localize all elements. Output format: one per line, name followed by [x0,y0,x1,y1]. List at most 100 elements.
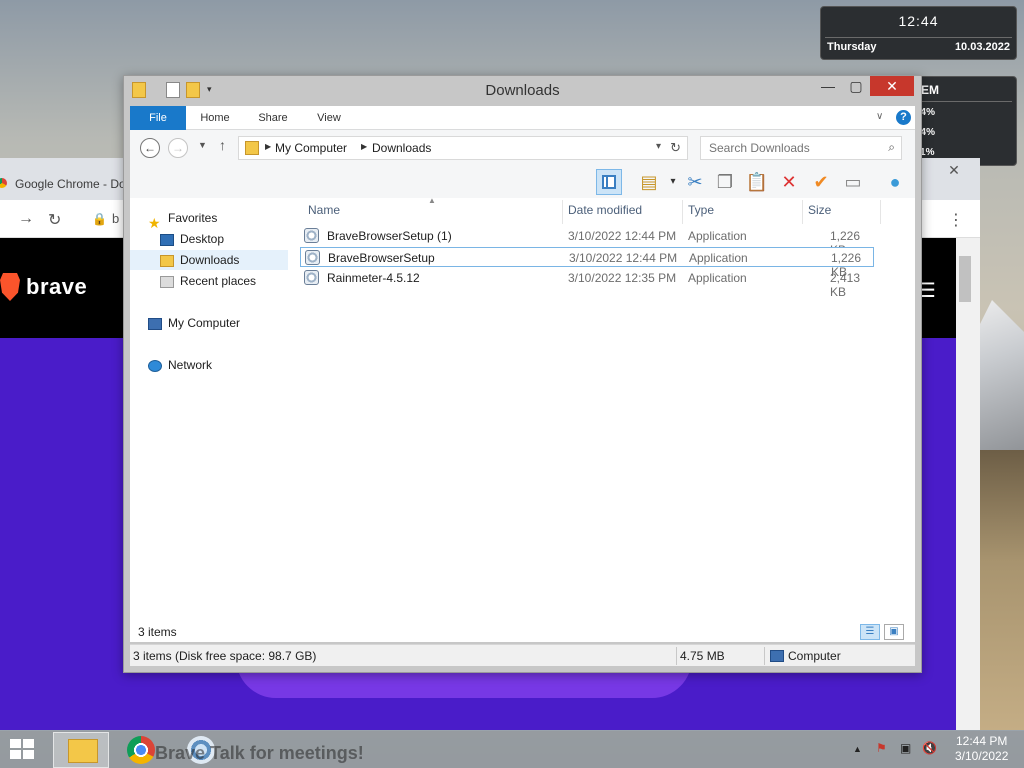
details-view-icon[interactable]: ☰ [860,624,880,640]
file-date: 3/10/2022 12:44 PM [568,229,677,243]
forward-icon[interactable]: → [168,138,188,158]
chrome-close-icon[interactable]: ✕ [944,162,964,179]
sidebar-item-my-computer[interactable]: My Computer [148,313,240,333]
navigation-pane: ★ Favorites Desktop Downloads Recent plac… [130,198,288,642]
refresh-icon[interactable]: ↻ [670,140,681,156]
ribbon-tabs: File Home Share View ∨ ? [130,106,915,130]
address-bar-text[interactable]: b [112,211,119,226]
forward-icon[interactable]: → [18,210,34,228]
breadcrumb-my-computer[interactable]: My Computer [275,141,347,155]
close-icon[interactable]: ✕ [870,76,914,96]
column-header-date-modified[interactable]: Date modified [568,203,642,217]
tab-home[interactable]: Home [192,106,238,130]
chrome-icon [127,736,155,764]
file-type: Application [688,229,747,243]
file-date: 3/10/2022 12:35 PM [568,271,677,285]
column-divider[interactable] [562,200,563,224]
address-bar[interactable]: ▶ My Computer ▶ Downloads ▾ ↻ [238,136,688,160]
tab-file[interactable]: File [130,106,186,130]
preview-pane-icon[interactable] [596,169,622,195]
file-size: 2,413 KB [830,271,861,299]
large-icons-view-icon[interactable]: ▣ [884,624,904,640]
status-divider [764,647,765,665]
search-input[interactable] [701,137,871,159]
chrome-tab-title[interactable]: Google Chrome - Do [15,177,126,191]
sidebar-item-favorites[interactable]: ★ Favorites [148,208,217,231]
menu-dots-icon[interactable]: ⋮ [948,210,964,230]
file-row-selected[interactable]: BraveBrowserSetup 3/10/2022 12:44 PM Appli… [300,247,874,279]
maximize-icon[interactable]: ▢ [842,76,870,96]
status-divider [676,647,677,665]
recent-locations-icon[interactable]: ▼ [198,140,207,150]
column-header-size[interactable]: Size [808,203,831,217]
sidebar-item-desktop[interactable]: Desktop [160,229,224,249]
system-monitor-widget: EM 54% 14% 11% [914,76,1017,166]
chrome-tab-icon [0,178,7,188]
action-center-flag-icon[interactable]: ⚑ [876,741,887,755]
item-count: 3 items [138,625,177,639]
breadcrumb-separator[interactable]: ▶ [265,142,271,151]
ribbon-expand-icon[interactable]: ∨ [876,111,883,122]
brave-wordmark: brave [26,274,88,299]
explorer-content: ★ Favorites Desktop Downloads Recent plac… [130,196,915,642]
search-icon[interactable]: ⌕ [888,140,895,155]
scrollbar-thumb[interactable] [959,256,971,302]
column-header-type[interactable]: Type [688,203,714,217]
address-dropdown-icon[interactable]: ▾ [656,141,661,152]
minimize-icon[interactable]: — [814,76,842,96]
paste-icon[interactable]: 📋 [744,169,770,195]
explorer-titlebar[interactable]: ▾ Downloads — ▢ ✕ [124,76,921,104]
taskbar-date: 3/10/2022 [955,749,1009,763]
sidebar-label: Desktop [180,232,225,246]
column-header-name[interactable]: Name [308,203,340,217]
widget-value-1: 54% [915,107,936,118]
column-divider[interactable] [802,200,803,224]
file-row[interactable]: BraveBrowserSetup (1) 3/10/2022 12:44 PM… [300,226,874,257]
sidebar-label: My Computer [168,316,241,330]
file-type: Application [689,251,748,265]
widget-value-2: 14% [915,127,936,138]
network-icon [148,359,162,372]
search-box[interactable]: ⌕ [700,136,902,160]
star-icon: ★ [148,214,161,231]
rename-check-icon[interactable]: ✔ [808,169,834,195]
sidebar-item-recent-places[interactable]: Recent places [160,271,256,291]
tray-expand-icon[interactable]: ▲ [853,744,862,754]
properties-icon[interactable]: ▤ [636,169,662,195]
cut-icon[interactable]: ✂ [682,169,708,195]
downloads-folder-icon [160,254,174,267]
column-divider[interactable] [682,200,683,224]
sidebar-item-downloads[interactable]: Downloads [130,250,288,270]
taskbar: Brave Talk for meetings! ▲ ⚑ ▣ 🔇 12:44 P… [0,730,1024,768]
widget-date: 10.03.2022 [954,41,1010,53]
volume-muted-icon[interactable]: 🔇 [922,741,937,755]
reload-icon[interactable]: ↻ [48,210,61,230]
sidebar-item-network[interactable]: Network [148,355,212,375]
windows-start-icon[interactable] [10,739,36,761]
taskbar-overlay-text: Brave Talk for meetings! [155,743,364,763]
help-icon[interactable]: ? [896,110,911,125]
taskbar-file-explorer[interactable] [53,732,109,768]
computer-icon [148,317,162,330]
column-divider[interactable] [880,200,881,224]
new-item-icon[interactable]: ▭ [840,169,866,195]
network-tray-icon[interactable]: ▣ [900,741,911,755]
window-title: Downloads [485,82,560,99]
breadcrumb-downloads[interactable]: Downloads [372,141,431,155]
status-summary: 3 items (Disk free space: 98.7 GB) [133,649,317,663]
back-icon[interactable]: ← [140,138,160,158]
copy-icon[interactable]: ❐ [712,169,738,195]
up-icon[interactable]: ↑ [219,137,226,153]
widget-divider [825,37,1012,38]
taskbar-time: 12:44 PM [956,734,1008,748]
tab-view[interactable]: View [306,106,352,130]
taskbar-clock[interactable]: 12:44 PM 3/10/2022 [955,734,1008,764]
file-explorer-icon [68,739,98,763]
chrome-scrollbar[interactable] [956,238,980,730]
globe-icon[interactable]: ● [882,169,908,195]
delete-icon[interactable]: ✕ [776,169,802,195]
sort-ascending-icon: ▲ [428,196,436,205]
file-row[interactable]: Rainmeter-4.5.12 3/10/2022 12:35 PM Applic… [300,268,874,299]
breadcrumb-separator[interactable]: ▶ [361,142,367,151]
tab-share[interactable]: Share [250,106,296,130]
